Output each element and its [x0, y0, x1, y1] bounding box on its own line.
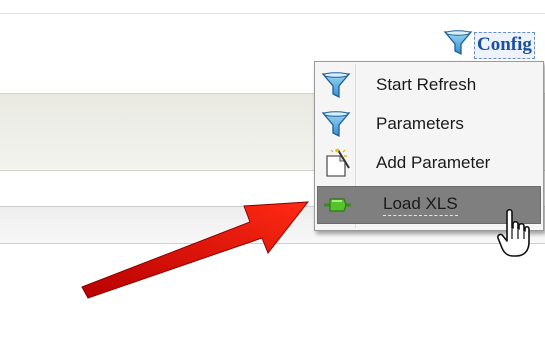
filter-funnel-icon [317, 105, 355, 143]
config-button[interactable]: Config [443, 29, 535, 62]
config-dropdown-menu: Start Refresh Parameters Add Parameter L… [314, 61, 544, 231]
menu-item-label: Start Refresh [376, 75, 477, 94]
top-divider [0, 13, 545, 14]
filter-funnel-icon [443, 29, 473, 62]
menu-item-label: Add Parameter [376, 153, 491, 172]
hand-pointer-cursor-icon [497, 208, 531, 265]
config-label[interactable]: Config [474, 31, 535, 59]
green-plugin-icon [318, 186, 356, 224]
menu-item-label: Load XLS [383, 194, 458, 216]
filter-funnel-icon [317, 66, 355, 104]
menu-item-start-refresh[interactable]: Start Refresh [317, 66, 541, 104]
menu-item-add-parameter[interactable]: Add Parameter [317, 144, 541, 182]
menu-item-parameters[interactable]: Parameters [317, 105, 541, 143]
new-page-icon [317, 144, 355, 182]
menu-item-label: Parameters [376, 114, 464, 133]
